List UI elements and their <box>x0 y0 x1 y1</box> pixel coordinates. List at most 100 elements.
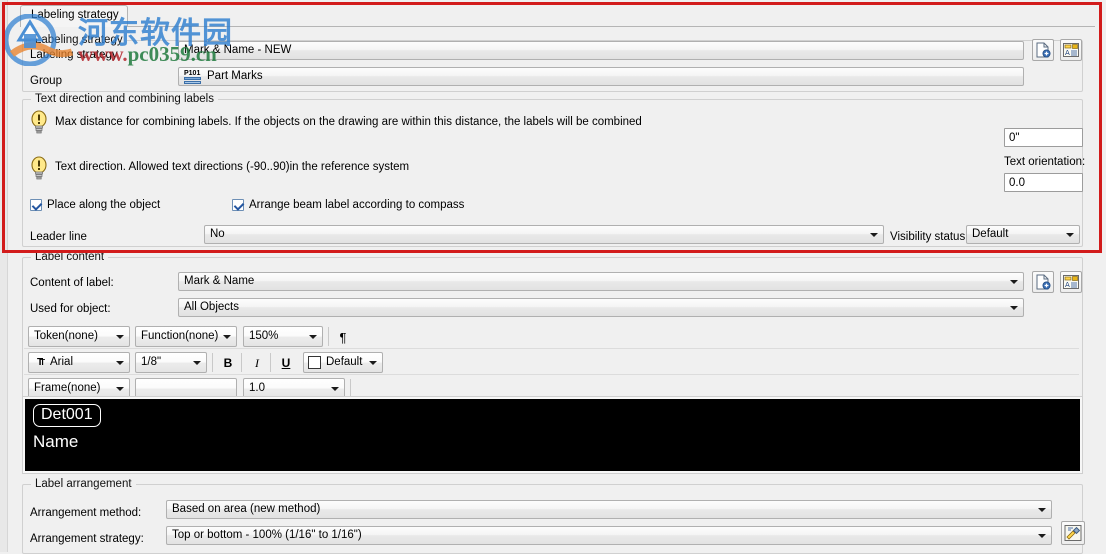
hammer-tools-icon <box>1064 525 1082 541</box>
toolbar-separator <box>241 353 242 372</box>
checkbox-place-along-object-box[interactable] <box>30 199 42 211</box>
leader-line-value: No <box>210 228 225 240</box>
new-label-content-button[interactable] <box>1032 271 1054 293</box>
checkbox-arrange-beam-compass-box[interactable] <box>232 199 244 211</box>
group-labeling-strategy-label: Labeling strategy <box>31 34 127 46</box>
bold-label: B <box>223 356 233 370</box>
scale-value: 150% <box>249 330 279 342</box>
tab-labeling-strategy[interactable]: Labeling strategy <box>20 5 128 27</box>
group-field-label: Group <box>30 75 62 87</box>
arrangement-strategy-label: Arrangement strategy: <box>30 533 144 545</box>
chevron-down-icon[interactable] <box>1034 527 1049 544</box>
arrangement-method-combo[interactable]: Based on area (new method) <box>166 500 1052 519</box>
preview-mark-text: Det001 <box>33 404 101 427</box>
checkbox-place-along-object-label: Place along the object <box>47 199 161 211</box>
toolbar-divider-1 <box>24 348 1079 349</box>
new-document-icon <box>1036 274 1051 290</box>
content-of-label-combo[interactable]: Mark & Name <box>178 272 1024 291</box>
new-labeling-strategy-button[interactable] <box>1032 39 1054 61</box>
frame-value: Frame(none) <box>34 382 101 394</box>
new-document-icon <box>1036 42 1051 58</box>
hint-direction-text: Text direction. Allowed text directions … <box>55 161 410 173</box>
chevron-down-icon[interactable] <box>305 328 320 345</box>
chevron-down-icon[interactable] <box>866 226 881 243</box>
content-of-label-value: Mark & Name <box>184 275 255 287</box>
chevron-down-icon[interactable] <box>112 380 127 397</box>
tab-strip: Labeling strategy <box>20 5 1095 27</box>
chevron-down-icon[interactable] <box>365 354 380 371</box>
color-value: Default <box>326 356 363 368</box>
preview-name-text: Name <box>33 432 79 451</box>
used-for-object-label: Used for object: <box>30 303 111 315</box>
text-orientation-input[interactable]: 0.0 <box>1004 173 1083 192</box>
arrangement-method-label: Arrangement method: <box>30 507 142 519</box>
token-combo[interactable]: Token(none) <box>28 326 130 347</box>
visibility-status-value: Default <box>972 228 1009 240</box>
dialog-window: Labeling strategy Labeling strategy Labe… <box>0 0 1106 554</box>
function-combo[interactable]: Function(none) <box>135 326 237 347</box>
edit-labeling-strategy-button[interactable]: A <box>1060 39 1082 61</box>
toolbar-separator <box>212 353 213 372</box>
bold-button[interactable]: B <box>218 354 238 372</box>
edit-label-content-button[interactable]: A <box>1060 271 1082 293</box>
tab-label: Labeling strategy <box>31 9 119 21</box>
visibility-status-label: Visibility status <box>890 231 966 243</box>
label-preview-canvas[interactable]: Det001 Name <box>25 399 1080 471</box>
font-size-value: 1/8" <box>141 356 162 368</box>
chevron-down-icon[interactable] <box>112 354 127 371</box>
arrangement-strategy-combo[interactable]: Top or bottom - 100% (1/16" to 1/16") <box>166 526 1052 545</box>
function-value: Function(none) <box>141 330 219 342</box>
hint-combine-text: Max distance for combining labels. If th… <box>55 116 642 128</box>
group-label-content-label: Label content <box>31 251 109 263</box>
used-for-object-combo[interactable]: All Objects <box>178 298 1024 317</box>
chevron-down-icon[interactable] <box>112 328 127 345</box>
leader-line-combo[interactable]: No <box>204 225 884 244</box>
pilcrow-glyph: ¶ <box>339 329 347 345</box>
token-value: Token(none) <box>34 330 98 342</box>
pilcrow-icon[interactable]: ¶ <box>334 328 352 346</box>
checkbox-place-along-object[interactable]: Place along the object <box>30 199 160 211</box>
edit-properties-icon: A <box>1063 43 1079 57</box>
color-combo[interactable]: Default <box>303 352 383 373</box>
toolbar-separator <box>270 353 271 372</box>
part-marks-icon: P101 <box>184 70 202 84</box>
tab-strip-underline <box>20 26 1095 27</box>
hint-bulb-icon-1 <box>30 110 48 134</box>
line-width-value: 1.0 <box>249 382 265 394</box>
chevron-down-icon[interactable] <box>1006 273 1021 290</box>
italic-label: I <box>255 355 259 370</box>
chevron-down-icon[interactable] <box>1034 501 1049 518</box>
font-size-combo[interactable]: 1/8" <box>135 352 207 373</box>
labeling-strategy-value: Mark & Name - NEW <box>184 44 292 56</box>
text-orientation-label: Text orientation: <box>1004 156 1086 168</box>
group-combo[interactable]: P101 Part Marks <box>178 67 1024 86</box>
svg-text:A: A <box>1065 281 1070 289</box>
chevron-down-icon[interactable] <box>1062 226 1077 243</box>
leader-line-label: Leader line <box>30 231 87 243</box>
chevron-down-icon[interactable] <box>189 354 204 371</box>
labeling-strategy-combo[interactable]: Mark & Name - NEW <box>178 41 1024 60</box>
group-label-arrangement-label: Label arrangement <box>31 478 136 490</box>
underline-label: U <box>281 356 291 370</box>
chevron-down-icon[interactable] <box>219 328 234 345</box>
toolbar-divider-2 <box>24 374 1079 375</box>
chevron-down-icon[interactable] <box>1006 299 1021 316</box>
text-orientation-value: 0.0 <box>1009 176 1025 189</box>
checkbox-arrange-beam-compass[interactable]: Arrange beam label according to compass <box>232 199 464 211</box>
arrangement-method-value: Based on area (new method) <box>172 503 321 515</box>
font-family-combo[interactable]: TT Arial <box>28 352 130 373</box>
visibility-status-combo[interactable]: Default <box>966 225 1080 244</box>
edit-properties-icon: A <box>1063 275 1079 289</box>
scale-combo[interactable]: 150% <box>243 326 323 347</box>
label-preview-panel[interactable]: Det001 Name <box>22 396 1083 474</box>
chevron-down-icon[interactable] <box>327 380 342 397</box>
underline-button[interactable]: U <box>276 354 296 372</box>
group-value: Part Marks <box>207 70 263 82</box>
svg-text:A: A <box>1065 49 1070 57</box>
toolbar-separator <box>328 327 329 346</box>
italic-button[interactable]: I <box>247 354 267 372</box>
arrangement-settings-button[interactable] <box>1061 521 1085 545</box>
max-distance-input[interactable]: 0" <box>1004 128 1083 147</box>
checkbox-arrange-beam-compass-label: Arrange beam label according to compass <box>249 199 465 211</box>
hint-bulb-icon-2 <box>30 156 48 180</box>
